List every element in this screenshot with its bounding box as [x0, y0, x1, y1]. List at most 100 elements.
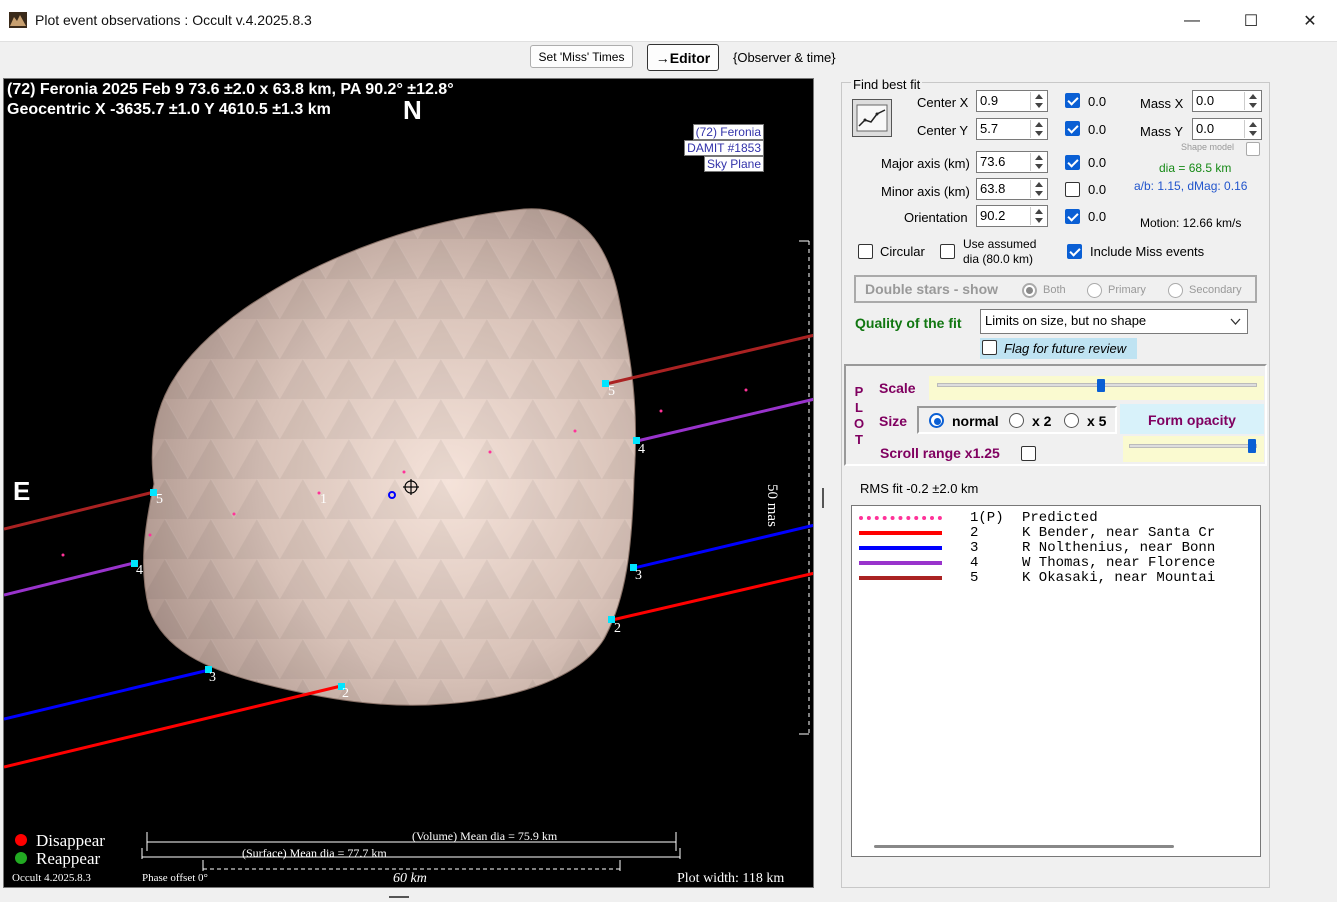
chord-2-west[interactable]: [4, 684, 342, 769]
reappear-label: Reappear: [36, 849, 101, 868]
circular-checkbox[interactable]: [858, 244, 873, 259]
observer-line-swatch: [859, 561, 942, 565]
mass-y-input[interactable]: 0.0: [1192, 118, 1262, 140]
form-opacity-slider-thumb[interactable]: [1248, 439, 1256, 453]
minimize-button[interactable]: —: [1163, 0, 1221, 42]
plot-options-group: P L O T Scale Size normal x 2 x 5 Form o…: [844, 364, 1267, 466]
center-x-label: Center X: [917, 95, 969, 110]
center-x-delta: 0.0: [1088, 94, 1107, 109]
set-miss-times-button[interactable]: Set 'Miss' Times: [530, 45, 633, 68]
editor-button[interactable]: →Editor: [647, 44, 719, 71]
size-normal-radio[interactable]: [929, 413, 944, 428]
chord-5-east[interactable]: [605, 333, 814, 386]
mass-x-input[interactable]: 0.0: [1192, 90, 1262, 112]
scale-slider[interactable]: [929, 376, 1264, 400]
mass-x-spinner[interactable]: [1244, 92, 1260, 110]
version-label: Occult 4.2025.8.3: [12, 872, 91, 884]
observer-row[interactable]: 1(P) Predicted: [852, 510, 1260, 526]
size-x2-radio[interactable]: [1009, 413, 1024, 428]
maximize-button[interactable]: ☐: [1222, 0, 1280, 42]
plot-letter-p: P: [854, 384, 864, 399]
minor-axis-spinner[interactable]: [1030, 180, 1046, 198]
fit-graph-button[interactable]: [852, 99, 892, 137]
chord-3-west[interactable]: [4, 668, 210, 721]
major-axis-input[interactable]: 73.6: [976, 151, 1048, 173]
scroll-range-checkbox[interactable]: [1021, 446, 1036, 461]
use-assumed-label-2: dia (80.0 km): [963, 252, 1034, 266]
center-y-spinner[interactable]: [1030, 120, 1046, 138]
right-panel: Find best fit Center X 0.9 0.0 Center Y …: [841, 77, 1270, 888]
major-axis-label: Major axis (km): [881, 156, 970, 171]
both-radio[interactable]: [1022, 283, 1037, 298]
observer-name: Predicted: [1022, 510, 1098, 526]
observer-number: 4: [970, 555, 979, 571]
secondary-radio[interactable]: [1168, 283, 1183, 298]
close-icon: ✕: [1303, 13, 1317, 30]
minor-axis-checkbox[interactable]: [1065, 182, 1080, 197]
chord-2-east[interactable]: [611, 571, 814, 622]
size-x2-label: x 2: [1032, 413, 1052, 429]
primary-radio[interactable]: [1087, 283, 1102, 298]
chord-3-east[interactable]: [633, 523, 814, 570]
find-best-fit-title: Find best fit: [851, 77, 923, 92]
list-scrollbar[interactable]: [874, 845, 1174, 848]
chevron-down-icon: [1230, 318, 1241, 325]
bottom-splitter-handle[interactable]: [389, 896, 409, 898]
orientation-spinner[interactable]: [1030, 207, 1046, 225]
mass-y-spinner[interactable]: [1244, 120, 1260, 138]
minor-axis-label: Minor axis (km): [881, 184, 970, 199]
scale-slider-thumb[interactable]: [1097, 379, 1105, 392]
orientation-checkbox[interactable]: [1065, 209, 1080, 224]
center-x-spinner[interactable]: [1030, 92, 1046, 110]
shape-model-checkbox[interactable]: [1246, 142, 1260, 156]
primary-label: Primary: [1108, 284, 1146, 296]
size-x5-radio[interactable]: [1064, 413, 1079, 428]
close-button[interactable]: ✕: [1281, 0, 1337, 42]
observer-row[interactable]: 2 K Bender, near Santa Cr: [852, 526, 1260, 541]
center-x-checkbox[interactable]: [1065, 93, 1080, 108]
plot-letter-t: T: [855, 432, 863, 447]
observer-row[interactable]: 5 K Okasaki, near Mountai: [852, 571, 1260, 586]
chord-4-west[interactable]: [4, 561, 135, 597]
splitter-handle[interactable]: [822, 488, 824, 508]
chord-label-3-east: 3: [635, 568, 642, 583]
volume-dia-label: (Volume) Mean dia = 75.9 km: [412, 829, 558, 843]
plot-letter-l: L: [855, 400, 863, 415]
surface-dia-label: (Surface) Mean dia = 77.7 km: [242, 846, 387, 860]
orientation-input[interactable]: 90.2: [976, 205, 1048, 227]
chord-4-east[interactable]: [636, 397, 814, 443]
quality-dropdown[interactable]: Limits on size, but no shape: [980, 309, 1248, 334]
include-miss-checkbox[interactable]: [1067, 244, 1082, 259]
center-x-input[interactable]: 0.9: [976, 90, 1048, 112]
observer-time-label[interactable]: {Observer & time}: [733, 50, 836, 65]
observer-line-swatch: [859, 576, 942, 580]
flag-review-checkbox[interactable]: [982, 340, 997, 355]
observer-row[interactable]: 4 W Thomas, near Florence: [852, 555, 1260, 571]
occult-app-icon: [9, 12, 27, 28]
observer-line-swatch: [859, 516, 942, 520]
mass-y-label: Mass Y: [1140, 124, 1184, 139]
model-box-line2: DAMIT #1853: [684, 140, 764, 156]
flag-review-row[interactable]: Flag for future review: [980, 338, 1137, 359]
major-axis-checkbox[interactable]: [1065, 155, 1080, 170]
quality-label: Quality of the fit: [855, 315, 962, 331]
minor-axis-input[interactable]: 63.8: [976, 178, 1048, 200]
observer-list[interactable]: 1(P) Predicted 2 K Bender, near Santa Cr 3 R …: [851, 505, 1261, 857]
use-assumed-checkbox[interactable]: [940, 244, 955, 259]
major-axis-spinner[interactable]: [1030, 153, 1046, 171]
center-y-input[interactable]: 5.7: [976, 118, 1048, 140]
use-assumed-label-1: Use assumed: [963, 237, 1037, 251]
plot-letter-o: O: [854, 416, 865, 431]
observer-row[interactable]: 3 R Nolthenius, near Bonn: [852, 541, 1260, 556]
center-x-value: 0.9: [980, 93, 999, 108]
scale-km-label: 60 km: [393, 871, 427, 886]
center-y-checkbox[interactable]: [1065, 121, 1080, 136]
chord-label-4-east: 4: [638, 442, 645, 457]
form-opacity-slider[interactable]: [1123, 436, 1264, 462]
orientation-value: 90.2: [980, 208, 1006, 223]
center-y-label: Center Y: [917, 123, 969, 138]
plot-canvas[interactable]: (72) Feronia 2025 Feb 9 73.6 ±2.0 x 63.8…: [3, 78, 814, 888]
observer-number: 1(P): [970, 510, 1004, 526]
orientation-delta: 0.0: [1088, 209, 1107, 224]
chord-label-2-west: 2: [342, 686, 349, 701]
